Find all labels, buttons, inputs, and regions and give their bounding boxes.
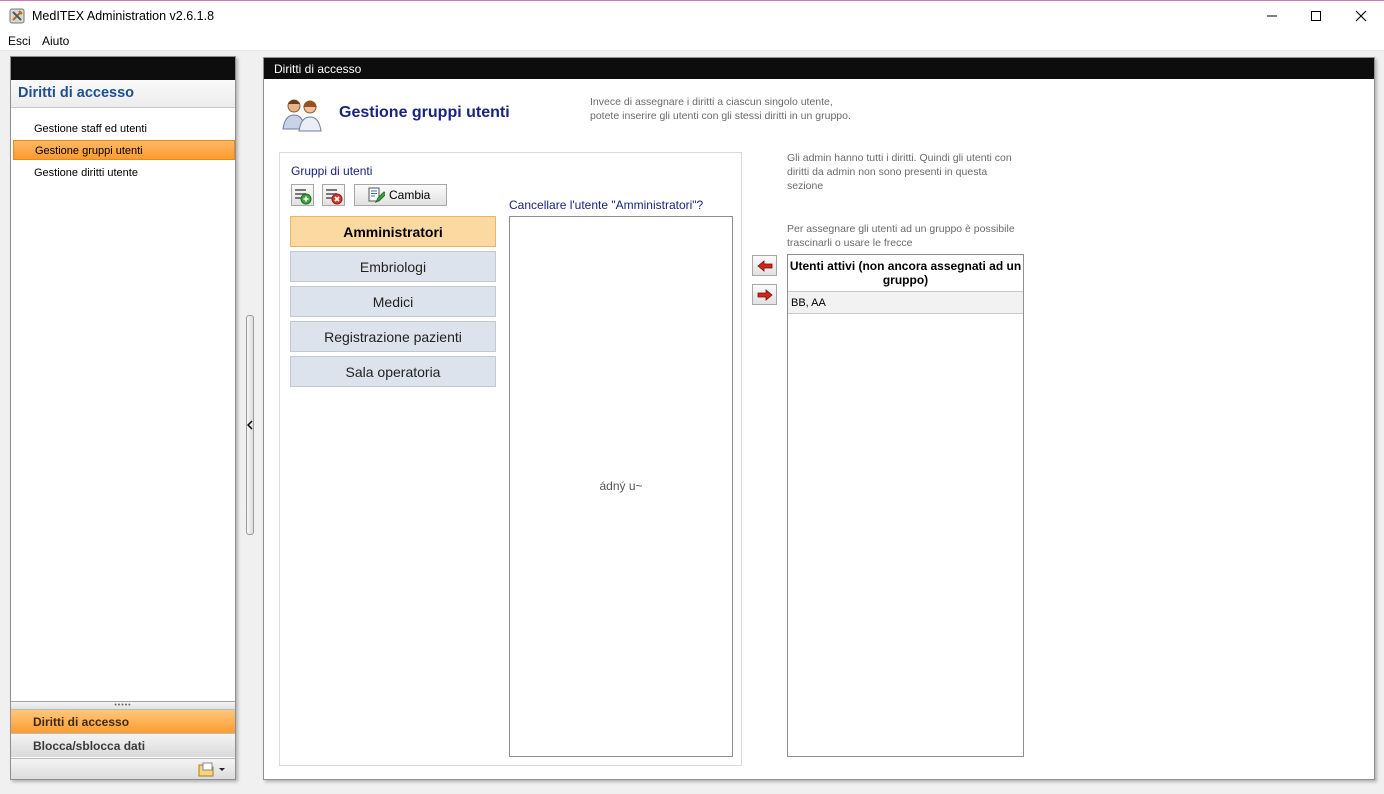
section-lock-unlock[interactable]: Blocca/sblocca dati	[11, 733, 235, 757]
page-description-line-1: Invece di assegnare i diritti a ciascun …	[590, 96, 833, 108]
sidebar-item-user-groups[interactable]: Gestione gruppi utenti	[13, 140, 235, 160]
user-group-icon	[282, 99, 322, 132]
delete-group-icon	[326, 189, 343, 205]
maximize-button[interactable]	[1293, 1, 1339, 31]
menu-esci[interactable]: Esci	[8, 34, 31, 48]
admin-info-line-1: Gli admin hanno tutti i diritti. Quindi …	[787, 152, 1012, 164]
move-to-group-button[interactable]	[752, 255, 777, 276]
assign-info-text: Per assegnare gli utenti ad un gruppo è …	[787, 222, 1032, 250]
add-group-icon	[295, 189, 312, 205]
red-arrow-right-icon	[757, 289, 773, 301]
group-item-medici[interactable]: Medici	[290, 286, 496, 317]
page-description-line-2: potete inserire gli utenti con gli stess…	[590, 110, 851, 122]
red-arrow-left-icon	[757, 260, 773, 272]
sidebar-item-staff-users[interactable]: Gestione staff ed utenti	[13, 119, 235, 139]
close-icon	[1355, 10, 1367, 22]
remove-from-group-button[interactable]	[752, 284, 777, 305]
main-panel-title: Diritti di accesso	[264, 58, 1374, 79]
active-users-list[interactable]: Utenti attivi (non ancora assegnati ad u…	[787, 254, 1024, 757]
panel-splitter[interactable]	[246, 315, 254, 535]
change-button[interactable]: Cambia	[354, 184, 447, 206]
edit-document-icon	[368, 187, 385, 204]
assign-info-line-1: Per assegnare gli utenti ad un gruppo è …	[787, 223, 1015, 235]
assign-info-line-2: trascinarli o usare le frecce	[787, 237, 913, 249]
minimize-icon	[1267, 15, 1277, 17]
group-members-list[interactable]: ádný u~	[509, 216, 733, 757]
group-item-sala-operatoria[interactable]: Sala operatoria	[290, 356, 496, 387]
delete-question-label: Cancellare l'utente "Amministratori"?	[509, 198, 704, 212]
page-title: Gestione gruppi utenti	[339, 104, 510, 121]
admin-info-line-2: diritti da admin non sono presenti in qu…	[787, 166, 988, 178]
sidebar-footer	[11, 758, 235, 779]
user-groups-label: Gruppi di utenti	[291, 164, 373, 178]
menu-aiuto[interactable]: Aiuto	[42, 34, 69, 48]
group-item-registrazione-pazienti[interactable]: Registrazione pazienti	[290, 321, 496, 352]
section-access-rights[interactable]: Diritti di accesso	[11, 709, 235, 733]
group-members-empty-text: ádný u~	[599, 479, 643, 493]
sidebar: Diritti di accesso Gestione staff ed ute…	[10, 56, 236, 780]
maximize-icon	[1311, 11, 1321, 21]
sidebar-header: Diritti di accesso	[11, 80, 235, 108]
group-item-amministratori[interactable]: Amministratori	[290, 216, 496, 247]
list-item[interactable]: BB, AA	[788, 292, 1023, 314]
sidebar-item-user-rights[interactable]: Gestione diritti utente	[13, 163, 235, 183]
collapse-left-icon[interactable]	[247, 419, 254, 431]
user-groups-box: Gruppi di utenti Cambia Amministratori E…	[279, 152, 742, 766]
add-group-button[interactable]	[291, 184, 314, 206]
group-item-embriologi[interactable]: Embriologi	[290, 251, 496, 282]
admin-info-text: Gli admin hanno tutti i diritti. Quindi …	[787, 151, 1027, 193]
menu-bar: Esci Aiuto	[0, 31, 1384, 51]
active-users-column-header[interactable]: Utenti attivi (non ancora assegnati ad u…	[788, 255, 1023, 292]
folder-options-icon[interactable]	[198, 762, 226, 777]
minimize-button[interactable]	[1249, 1, 1295, 31]
page-description: Invece di assegnare i diritti a ciascun …	[590, 95, 910, 123]
title-bar: MedITEX Administration v2.6.1.8	[0, 0, 1384, 31]
change-button-label: Cambia	[389, 188, 431, 202]
sidebar-top-bar	[11, 57, 235, 80]
delete-group-button[interactable]	[322, 184, 345, 206]
tools-icon	[9, 8, 25, 24]
admin-info-line-3: sezione	[787, 180, 824, 192]
close-button[interactable]	[1338, 1, 1384, 31]
window-title: MedITEX Administration v2.6.1.8	[32, 9, 215, 23]
main-panel: Diritti di accesso Gestione gruppi utent…	[263, 57, 1375, 780]
